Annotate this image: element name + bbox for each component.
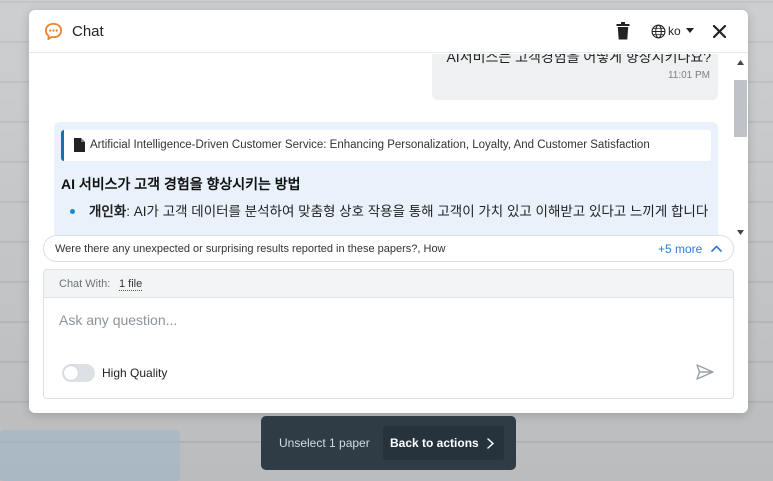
send-icon[interactable] (696, 364, 714, 380)
backdrop-element (0, 430, 180, 481)
chevron-right-icon (487, 438, 494, 449)
suggestion-text[interactable]: Were there any unexpected or surprising … (55, 243, 500, 255)
bullet-text: 개인화: AI가 고객 데이터를 분석하여 맞춤형 상호 작용을 통해 고객이 … (70, 202, 710, 221)
list-item: 개인화: AI가 고객 데이터를 분석하여 맞춤형 상호 작용을 통해 고객이 … (70, 202, 710, 221)
scroll-down-icon[interactable] (737, 230, 744, 235)
bullet-dot (70, 209, 75, 214)
source-reference[interactable]: Artificial Intelligence-Driven Customer … (61, 130, 711, 161)
close-icon[interactable] (713, 25, 726, 38)
unselect-paper-button[interactable]: Unselect 1 paper (279, 436, 370, 450)
bullet-body: : AI가 고객 데이터를 분석하여 맞춤형 상호 작용을 통해 고객이 가치 … (126, 204, 709, 219)
toggle-knob (64, 366, 78, 380)
scroll-up-icon[interactable] (737, 60, 744, 65)
back-to-actions-label: Back to actions (390, 436, 479, 450)
ai-message: Artificial Intelligence-Driven Customer … (54, 122, 718, 241)
ai-answer-heading: AI 서비스가 고객 경험을 향상시키는 방법 (61, 176, 301, 192)
message-list: AI서비스는 고객경험을 어떻게 향상시키나요? 11:01 PM Artifi… (43, 54, 733, 241)
chat-with-label: Chat With: (59, 278, 111, 290)
selection-action-bar: Unselect 1 paper Back to actions (261, 416, 516, 470)
question-input[interactable] (59, 310, 699, 330)
message-scrollbar[interactable] (734, 54, 747, 241)
user-message-time: 11:01 PM (667, 70, 710, 81)
trash-icon[interactable] (616, 22, 630, 40)
language-label: ko (668, 24, 681, 38)
more-suggestions-button[interactable]: +5 more (658, 242, 702, 256)
language-selector[interactable]: ko (651, 22, 694, 40)
user-message: AI서비스는 고객경험을 어떻게 향상시키나요? 11:01 PM (432, 54, 718, 100)
chat-with-bar: Chat With: 1 file (44, 270, 733, 298)
caret-down-icon (685, 28, 694, 33)
globe-icon (651, 24, 666, 38)
chevron-up-icon[interactable] (711, 245, 722, 252)
chat-modal: Chat ko AI서비스는 고객경험을 어떻게 향상시키나요? 11:01 P… (29, 10, 748, 413)
high-quality-toggle[interactable] (62, 364, 95, 382)
suggested-questions[interactable]: Were there any unexpected or surprising … (43, 235, 734, 262)
chat-title: Chat (72, 23, 104, 40)
doc-icon (74, 138, 85, 152)
chat-with-files-link[interactable]: 1 file (119, 278, 143, 291)
back-to-actions-button[interactable]: Back to actions (383, 426, 504, 460)
scroll-thumb[interactable] (734, 80, 747, 137)
bullet-label: 개인화 (89, 204, 127, 219)
source-title: Artificial Intelligence-Driven Customer … (90, 139, 650, 151)
high-quality-label: High Quality (102, 366, 168, 380)
question-composer: Chat With: 1 file High Quality (43, 269, 734, 399)
user-message-text: AI서비스는 고객경험을 어떻게 향상시키나요? (446, 54, 711, 65)
chat-logo-icon (44, 22, 63, 41)
chat-header: Chat ko (29, 10, 748, 53)
